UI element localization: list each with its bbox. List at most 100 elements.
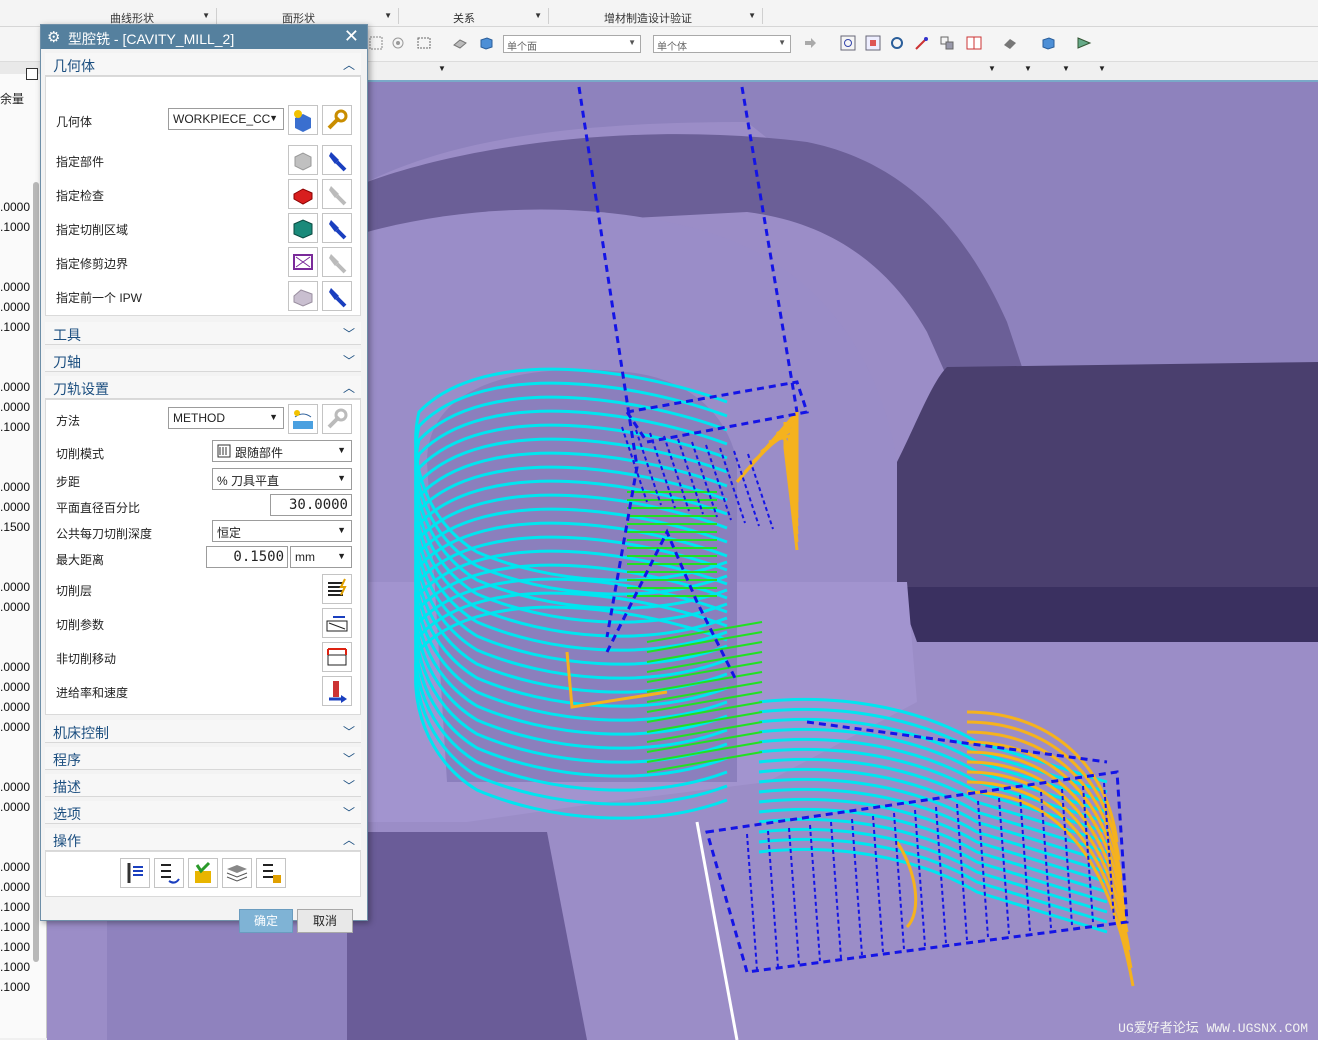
generate-button[interactable] [120,858,150,888]
stock-value: .1000 [0,960,31,974]
select-part-button[interactable] [288,145,318,175]
dropdown-arrow-icon: ▼ [337,525,346,535]
stock-value: .1500 [0,520,31,534]
method-select[interactable]: METHOD ▼ [168,407,284,429]
display-trim-boundary-button[interactable] [322,247,352,277]
vertical-scrollbar[interactable] [33,182,39,962]
section-header-program[interactable]: 程序 ﹀ [45,747,361,770]
section-title: 工具 [53,327,81,343]
method-icon [293,410,313,429]
post-process-button[interactable] [256,858,286,888]
specify-check-label: 指定检查 [56,189,105,203]
section-view-icon[interactable] [1076,35,1092,51]
new-method-button[interactable] [288,404,318,434]
stock-value: .1000 [0,900,31,914]
solid-body-icon[interactable] [478,35,494,51]
dropdown-arrow-icon[interactable]: ▼ [438,64,446,73]
dropdown-arrow-icon[interactable]: ▼ [988,64,996,73]
chevron-down-icon: ﹀ [342,806,355,820]
feeds-speeds-icon [329,681,347,703]
stock-value: .0000 [0,300,31,314]
cancel-button[interactable]: 取消 [297,909,353,933]
chevron-down-icon: ﹀ [342,725,355,739]
edit-geometry-button[interactable] [322,105,352,135]
stepover-select[interactable]: % 刀具平直 ▼ [212,468,352,490]
wrench-icon [327,109,348,130]
face-icon[interactable] [452,35,468,51]
stock-value: .1000 [0,940,31,954]
section-header-machine-control[interactable]: 机床控制 ﹀ [45,720,361,743]
ribbon-group-face-shape[interactable]: 面形状 ▼ [218,8,399,25]
cut-pattern-select[interactable]: 跟随部件 ▼ [212,440,352,462]
face-filter-select[interactable]: 单个面 ▼ [503,35,641,53]
display-part-button[interactable] [322,145,352,175]
geometry-select[interactable]: WORKPIECE_CC ▼ [168,108,284,130]
section-title: 机床控制 [53,725,109,741]
box-select-icon[interactable] [416,35,432,51]
maximize-icon[interactable] [26,68,38,80]
select-prev-ipw-button[interactable] [288,281,318,311]
replay-button[interactable] [154,858,184,888]
non-cut-moves-button[interactable] [322,642,352,672]
dropdown-arrow-icon[interactable]: ▼ [1062,64,1070,73]
ribbon-group-relations[interactable]: 关系 ▼ [400,8,549,25]
select-check-button[interactable] [288,179,318,209]
new-geometry-icon [294,110,311,132]
section-title: 刀轴 [53,354,81,370]
layout-icon[interactable] [966,35,982,51]
stock-value: .0000 [0,480,31,494]
unit-select[interactable]: mm ▼ [290,546,352,568]
select-filter-icon[interactable] [390,35,406,51]
cut-levels-label: 切削层 [56,584,93,598]
section-header-tool-axis[interactable]: 刀轴 ﹀ [45,349,361,372]
right-wall-shadow [897,587,1318,642]
snap-icon[interactable] [368,35,384,51]
ribbon-group-am-validation[interactable]: 增材制造设计验证 ▼ [550,8,763,25]
display-cut-area-button[interactable] [322,213,352,243]
percent-diameter-input[interactable]: 30.0000 [270,494,352,516]
dropdown-arrow-icon: ▼ [778,38,786,47]
display-check-button[interactable] [322,179,352,209]
cut-params-button[interactable] [322,608,352,638]
select-trim-boundary-button[interactable] [288,247,318,277]
body-filter-select[interactable]: 单个体 ▼ [653,35,791,53]
verify-icon [195,861,211,883]
pan-icon[interactable] [914,35,930,51]
ok-button[interactable]: 确定 [239,909,293,933]
edit-method-button[interactable] [322,404,352,434]
arrow-right-icon[interactable] [802,35,818,51]
dialog-title-bar[interactable]: ⚙ 型腔铣 - [CAVITY_MILL_2] ✕ [41,25,367,49]
cut-levels-button[interactable] [322,574,352,604]
zoom-window-icon[interactable] [865,35,881,51]
section-header-actions[interactable]: 操作 ︿ [45,828,361,851]
max-distance-input[interactable]: 0.1500 [206,546,288,568]
geometry-panel: 几何体 WORKPIECE_CC ▼ 指定部件 指定检查 指定切削区域 指定修剪… [45,76,361,316]
zoom-fit-icon[interactable] [840,35,856,51]
close-icon[interactable]: ✕ [344,26,359,47]
section-header-path-settings[interactable]: 刀轨设置 ︿ [45,376,361,399]
flashlight-icon [329,152,347,172]
ribbon-group-curve-shape[interactable]: 曲线形状 ▼ [66,8,217,25]
section-header-description[interactable]: 描述 ﹀ [45,774,361,797]
section-header-tool[interactable]: 工具 ﹀ [45,322,361,345]
rotate-icon[interactable] [889,35,905,51]
new-geometry-button[interactable] [288,105,318,135]
display-prev-ipw-button[interactable] [322,281,352,311]
verify-button[interactable] [188,858,218,888]
dropdown-arrow-icon[interactable]: ▼ [1098,64,1106,73]
render-style-icon[interactable] [1002,35,1018,51]
select-cut-area-button[interactable] [288,213,318,243]
cut-pattern-label: 切削模式 [56,447,105,461]
list-button[interactable] [222,858,252,888]
column-header-stock: 余量 [0,92,25,106]
feeds-speeds-button[interactable] [322,676,352,706]
section-header-geometry[interactable]: 几何体 ︿ [45,53,361,76]
cut-pattern-value: 跟随部件 [235,446,284,460]
dropdown-arrow-icon[interactable]: ▼ [1024,64,1032,73]
shaded-body-icon[interactable] [1040,35,1056,51]
stock-value: .1000 [0,320,31,334]
depth-per-cut-select[interactable]: 恒定 ▼ [212,520,352,542]
section-header-options[interactable]: 选项 ﹀ [45,801,361,824]
view-orient-icon[interactable] [939,35,955,51]
stock-value: .0000 [0,400,31,414]
